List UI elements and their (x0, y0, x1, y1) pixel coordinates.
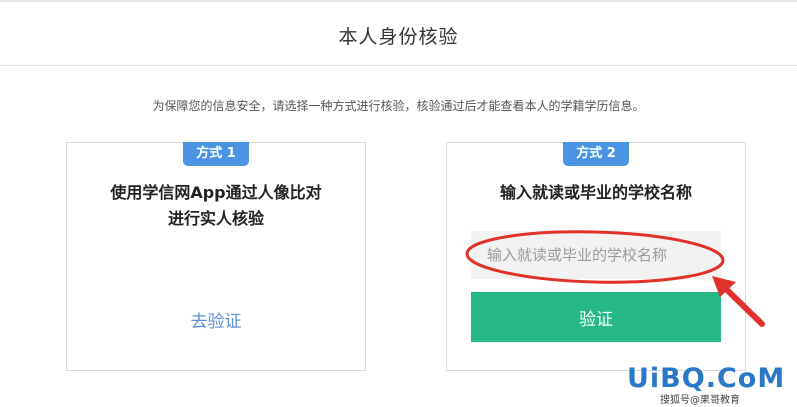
method-1-title-line1: 使用学信网App通过人像比对 (110, 183, 322, 202)
page-title: 本人身份核验 (338, 26, 459, 48)
method-1-badge: 方式 1 (183, 142, 249, 166)
watermark-logo: UiBQ.CoM (627, 363, 786, 394)
security-notice: 为保障您的信息安全，请选择一种方式进行核验，核验通过后才能查看本人的学籍学历信息… (152, 99, 645, 113)
method-1-card: 方式 1 使用学信网App通过人像比对 进行实人核验 去验证 (66, 142, 366, 371)
go-verify-link[interactable]: 去验证 (67, 307, 365, 332)
method-2-title: 输入就读或毕业的学校名称 (499, 183, 692, 202)
method-2-badge: 方式 2 (563, 142, 629, 166)
method-2-card: 方式 2 输入就读或毕业的学校名称 验证 (446, 142, 746, 371)
method-1-title: 使用学信网App通过人像比对 进行实人核验 (67, 180, 365, 232)
method-1-title-line2: 进行实人核验 (167, 209, 264, 228)
verify-button[interactable]: 验证 (471, 292, 721, 342)
page-header: 本人身份核验 (0, 2, 797, 66)
watermark-caption: 搜狐号@果哥教育 (660, 395, 740, 406)
school-name-input[interactable] (471, 231, 721, 279)
